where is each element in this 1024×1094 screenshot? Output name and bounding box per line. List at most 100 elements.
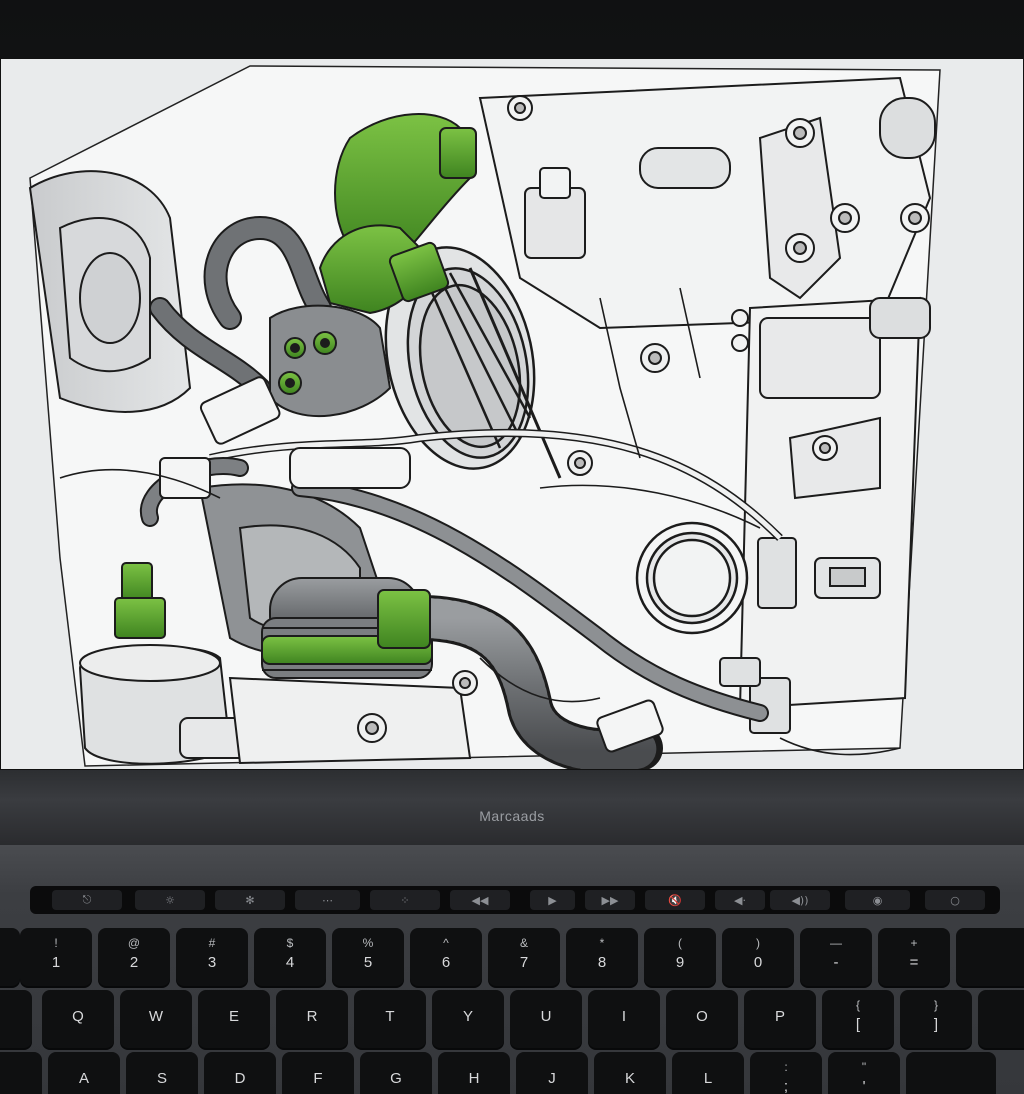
key-U[interactable]: U xyxy=(510,990,582,1048)
key-label: 3 xyxy=(207,954,217,971)
key-I[interactable]: I xyxy=(588,990,660,1048)
key-shift-label: ( xyxy=(678,936,682,950)
key-9[interactable]: (9 xyxy=(644,928,716,986)
tb-touchid-icon[interactable]: ○ xyxy=(925,890,985,910)
key-label: T xyxy=(385,1008,395,1025)
key-label: 9 xyxy=(675,954,685,971)
key-label: ; xyxy=(783,1078,789,1094)
brand-logo-text: Marcaads xyxy=(479,808,545,824)
key-K[interactable]: K xyxy=(594,1052,666,1094)
key-label: I xyxy=(621,1008,627,1025)
key-J[interactable]: J xyxy=(516,1052,588,1094)
key-=[interactable]: + = xyxy=(878,928,950,986)
engine-bay-illustration xyxy=(0,58,1024,770)
key-][interactable]: }] xyxy=(900,990,972,1048)
key-[[interactable]: {[ xyxy=(822,990,894,1048)
display-screen xyxy=(0,58,1024,770)
throttle-port xyxy=(635,521,749,635)
key-tab[interactable] xyxy=(0,990,32,1048)
key-Y[interactable]: Y xyxy=(432,990,504,1048)
key-shift-label: { xyxy=(855,998,860,1012)
tb-forward-icon[interactable]: ▶▶ xyxy=(585,890,635,910)
key-F[interactable]: F xyxy=(282,1052,354,1094)
key-Q[interactable]: Q xyxy=(42,990,114,1048)
key-5[interactable]: % 5 xyxy=(332,928,404,986)
key-label: = xyxy=(909,954,919,971)
key-label: E xyxy=(228,1008,239,1025)
key-label: S xyxy=(156,1070,167,1087)
key-O[interactable]: O xyxy=(666,990,738,1048)
tb-brightness-up-icon[interactable]: ✻ xyxy=(215,890,285,910)
key-'[interactable]: " ' xyxy=(828,1052,900,1094)
key-label: K xyxy=(624,1070,635,1087)
key-delete[interactable] xyxy=(956,928,1024,986)
key-label: J xyxy=(548,1070,556,1087)
tb-keyboard-dim-icon[interactable]: ⋯ xyxy=(295,890,360,910)
key-T[interactable]: T xyxy=(354,990,426,1048)
key-label: 1 xyxy=(51,954,61,971)
key-label: ] xyxy=(933,1016,939,1033)
key-P[interactable]: P xyxy=(744,990,816,1048)
key-6[interactable]: ^ 6 xyxy=(410,928,482,986)
tb-play-icon[interactable]: ▶ xyxy=(530,890,575,910)
key-E[interactable]: E xyxy=(198,990,270,1048)
key-label: W xyxy=(148,1008,164,1025)
key-shift-label: # xyxy=(208,936,216,950)
tb-keyboard-bright-icon[interactable]: ⁘ xyxy=(370,890,440,910)
tb-siri-icon[interactable]: ◉ xyxy=(845,890,910,910)
key-label: 2 xyxy=(129,954,139,971)
key-;[interactable]: :; xyxy=(750,1052,822,1094)
key-shift-label: ) xyxy=(756,936,760,950)
key-return[interactable] xyxy=(906,1052,996,1094)
key-label: R xyxy=(306,1008,318,1025)
tb-esc-icon[interactable]: ⎋ xyxy=(52,890,122,910)
key-D[interactable]: D xyxy=(204,1052,276,1094)
key-shift-label: % xyxy=(362,936,374,950)
key-shift-label: : xyxy=(784,1060,788,1074)
key-R[interactable]: R xyxy=(276,990,348,1048)
key-label: D xyxy=(234,1070,246,1087)
key-label: F xyxy=(313,1070,323,1087)
key-backslash[interactable] xyxy=(978,990,1024,1048)
key-label: Q xyxy=(72,1008,84,1025)
key-shift-label: } xyxy=(933,998,938,1012)
key-L[interactable]: L xyxy=(672,1052,744,1094)
key-label: ' xyxy=(862,1078,866,1094)
key-0[interactable]: ) 0 xyxy=(722,928,794,986)
tb-volume-up-icon[interactable]: ◀)) xyxy=(770,890,830,910)
key--[interactable]: — - xyxy=(800,928,872,986)
key-label: 5 xyxy=(363,954,373,971)
key-W[interactable]: W xyxy=(120,990,192,1048)
key-caps[interactable] xyxy=(0,1052,42,1094)
key-shift-label: & xyxy=(519,936,528,950)
key-shift-label: + xyxy=(910,936,918,950)
key-8[interactable]: * 8 xyxy=(566,928,638,986)
tb-volume-down-icon[interactable]: ◀· xyxy=(715,890,765,910)
key-G[interactable]: G xyxy=(360,1052,432,1094)
key-shift-label: ^ xyxy=(443,936,449,950)
key-label: 7 xyxy=(519,954,529,971)
key-2[interactable]: @2 xyxy=(98,928,170,986)
tb-brightness-icon[interactable]: ☼ xyxy=(135,890,205,910)
key-label: P xyxy=(774,1008,785,1025)
key-label: 0 xyxy=(753,954,763,971)
key-shift-label: * xyxy=(599,936,605,950)
key-label: H xyxy=(468,1070,480,1087)
key-shift-label: ! xyxy=(54,936,58,950)
key-label: [ xyxy=(855,1016,861,1033)
key-backtick[interactable] xyxy=(0,928,20,986)
key-label: 8 xyxy=(597,954,607,971)
key-label: G xyxy=(390,1070,402,1087)
tb-rewind-icon[interactable]: ◀◀ xyxy=(450,890,510,910)
tb-mute-icon[interactable]: 🔇 xyxy=(645,890,705,910)
key-S[interactable]: S xyxy=(126,1052,198,1094)
key-label: U xyxy=(540,1008,552,1025)
key-4[interactable]: $4 xyxy=(254,928,326,986)
key-label: 6 xyxy=(441,954,451,971)
key-label: - xyxy=(833,954,839,971)
key-7[interactable]: & 7 xyxy=(488,928,560,986)
key-1[interactable]: ! 1 xyxy=(20,928,92,986)
key-3[interactable]: #3 xyxy=(176,928,248,986)
key-H[interactable]: H xyxy=(438,1052,510,1094)
key-A[interactable]: A xyxy=(48,1052,120,1094)
